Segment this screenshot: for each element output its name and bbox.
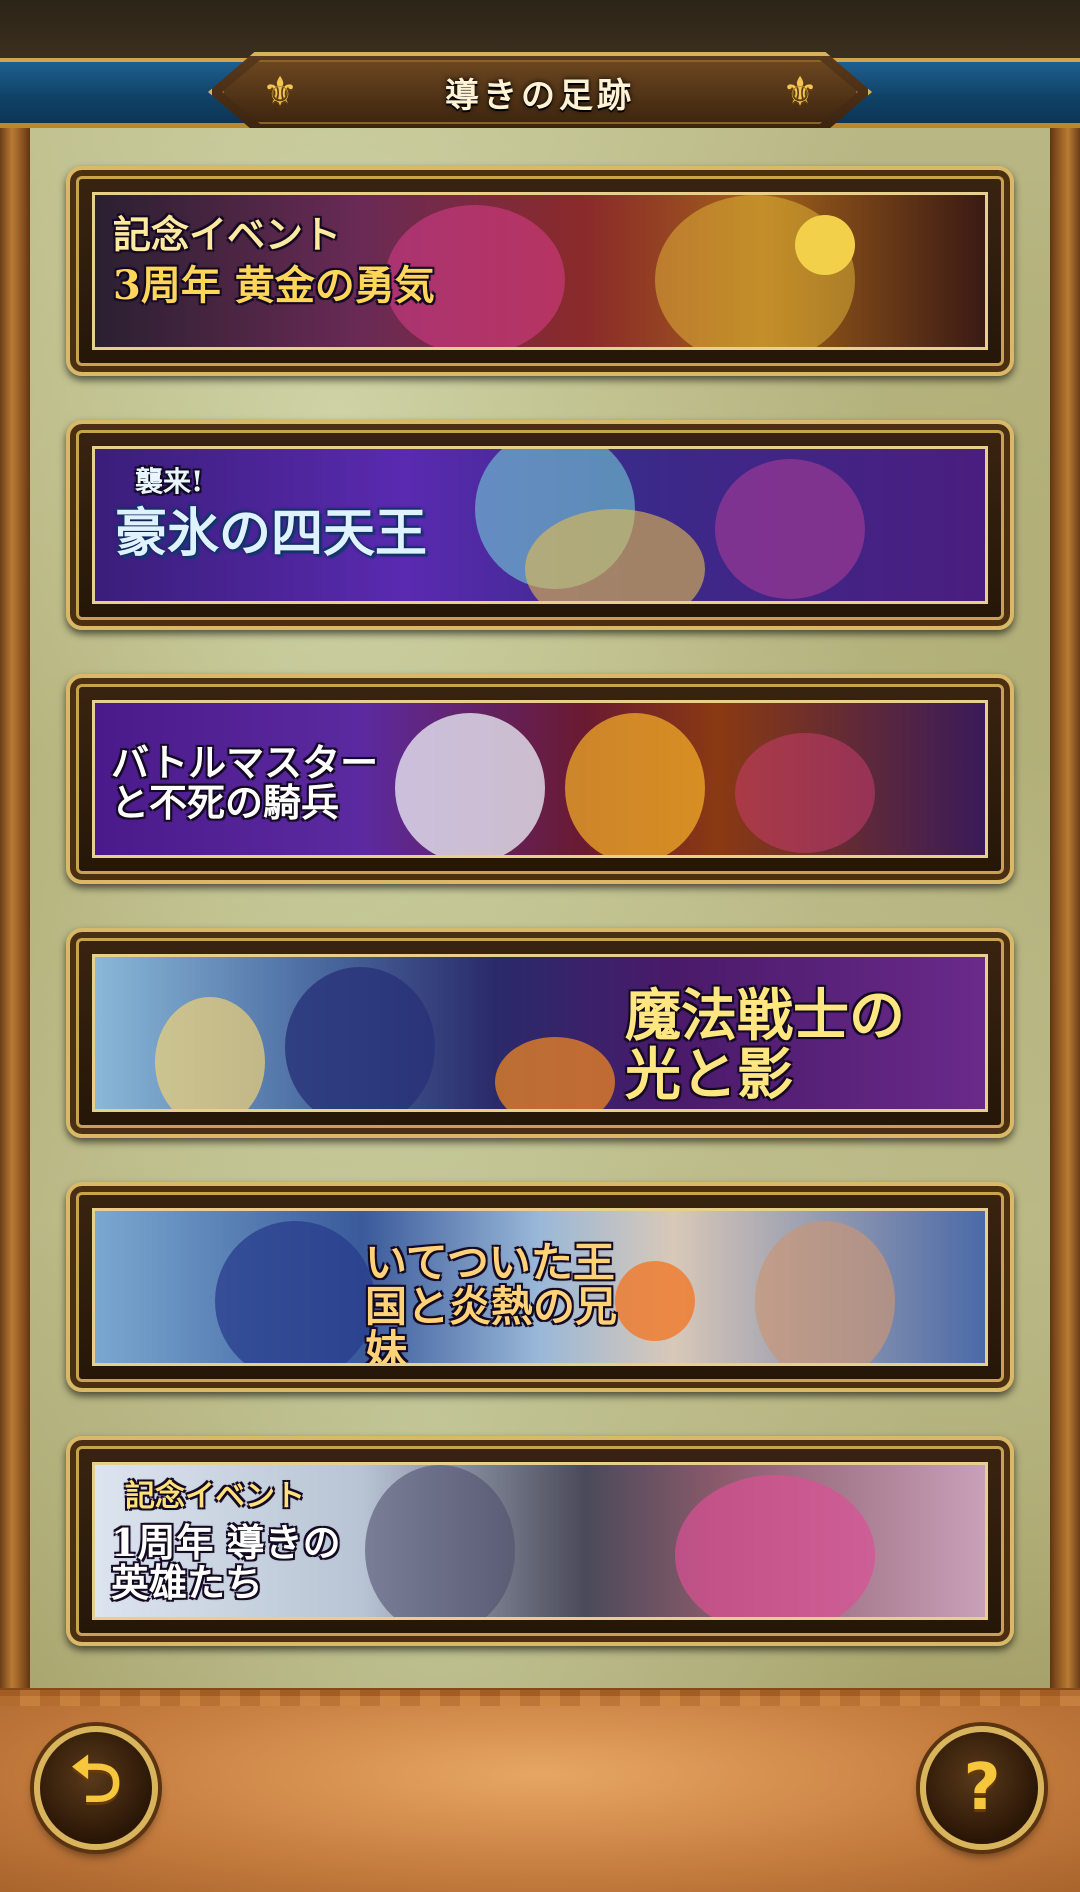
event-banner-battle-master[interactable]: バトルマスターと不死の騎兵 <box>66 674 1014 884</box>
banner-decoration <box>735 733 875 853</box>
top-bar <box>0 0 1080 58</box>
banner-decoration <box>215 1221 375 1363</box>
banner-art: 魔法戦士の光と影 <box>92 954 988 1112</box>
banner-decoration <box>155 997 265 1109</box>
back-button[interactable]: ⮌ <box>34 1726 158 1850</box>
banner-subtitle: 記念イベント <box>125 1479 305 1514</box>
banner-decoration <box>715 459 865 599</box>
banner-decoration <box>565 713 705 855</box>
event-banner-ice-four-kings[interactable]: 襲来! 豪氷の四天王 <box>66 420 1014 630</box>
banner-art: 記念イベント 1周年 導きの英雄たち <box>92 1462 988 1620</box>
banner-title: 3周年 黄金の勇気 <box>113 262 435 309</box>
banner-art: バトルマスターと不死の騎兵 <box>92 700 988 858</box>
banner-decoration <box>675 1475 875 1617</box>
banner-subtitle: 記念イベント <box>113 212 342 257</box>
banner-subtitle: 襲来! <box>135 465 204 498</box>
banner-art: 記念イベント 3周年 黄金の勇気 <box>92 192 988 350</box>
banner-title: バトルマスターと不死の騎兵 <box>111 740 379 825</box>
help-icon: ? <box>963 1751 1001 1825</box>
back-arrow-icon: ⮌ <box>70 1743 122 1817</box>
event-banner-1st-anniversary[interactable]: 記念イベント 1周年 導きの英雄たち <box>66 1436 1014 1646</box>
gold-coin-icon <box>795 215 855 275</box>
page-title: 導きの足跡 <box>445 75 635 116</box>
bottom-bar <box>0 1688 1080 1892</box>
banner-decoration <box>365 1465 515 1617</box>
event-banner-magic-warrior[interactable]: 魔法戦士の光と影 <box>66 928 1014 1138</box>
banner-art: 襲来! 豪氷の四天王 <box>92 446 988 604</box>
banner-art: いてついた王国と炎熱の兄妹 <box>92 1208 988 1366</box>
banner-decoration <box>755 1221 895 1363</box>
banner-decoration <box>285 967 435 1109</box>
event-banner-frozen-kingdom[interactable]: いてついた王国と炎熱の兄妹 <box>66 1182 1014 1392</box>
banner-decoration <box>495 1037 615 1109</box>
event-banner-3rd-anniversary[interactable]: 記念イベント 3周年 黄金の勇気 <box>66 166 1014 376</box>
bottom-scrollwork <box>0 1690 1080 1706</box>
skull-knight-decoration <box>395 713 545 855</box>
banner-title: 魔法戦士の光と影 <box>625 983 905 1108</box>
banner-title: いてついた王国と炎熱の兄妹 <box>365 1238 618 1366</box>
banner-title: 豪氷の四天王 <box>115 503 428 564</box>
help-button[interactable]: ? <box>920 1726 1044 1850</box>
banner-title: 1周年 導きの英雄たち <box>111 1520 341 1605</box>
